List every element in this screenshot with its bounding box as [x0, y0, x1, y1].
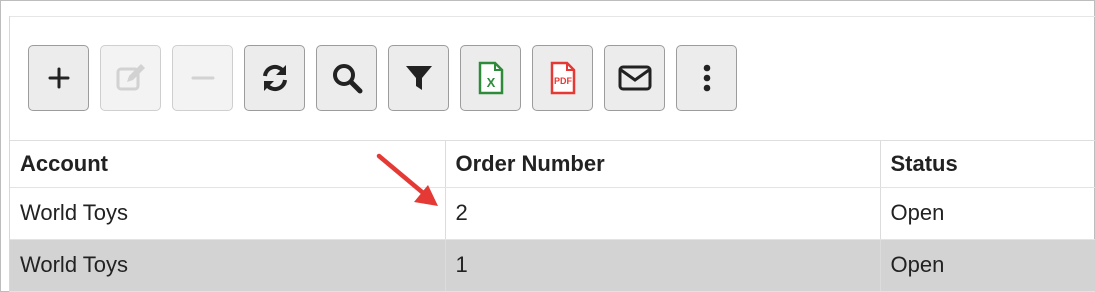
- refresh-icon: [262, 64, 287, 92]
- header-row: Account Order Number Status: [10, 141, 1095, 188]
- orders-grid: Account Order Number Status World Toys 2…: [10, 141, 1095, 292]
- envelope-icon: [618, 65, 651, 91]
- edit-button[interactable]: [100, 45, 161, 111]
- order-number-cell: 2: [445, 187, 881, 240]
- account-cell: World Toys: [10, 239, 446, 292]
- edit-icon: [116, 64, 145, 91]
- order-number-cell: 1: [445, 239, 881, 292]
- plus-icon: [48, 67, 69, 89]
- refresh-button[interactable]: [244, 45, 305, 111]
- export-pdf-button[interactable]: PDF: [532, 45, 593, 111]
- panel-top-border: [9, 16, 1095, 17]
- export-excel-button[interactable]: X: [460, 45, 521, 111]
- email-button[interactable]: [604, 45, 665, 111]
- status-cell: Open: [880, 187, 1095, 240]
- column-header-status[interactable]: Status: [880, 141, 1095, 188]
- table-row[interactable]: World Toys 1 Open: [10, 239, 1095, 292]
- search-button[interactable]: [316, 45, 377, 111]
- vertical-dots-icon: [703, 64, 710, 92]
- minus-icon: [191, 76, 214, 80]
- status-cell: Open: [880, 239, 1095, 292]
- annotation-arrow-icon: [376, 153, 438, 206]
- excel-file-letter: X: [486, 75, 495, 90]
- pdf-file-label: PDF: [554, 76, 573, 86]
- toolbar: X PDF: [28, 45, 737, 113]
- excel-file-icon: X: [478, 61, 503, 95]
- add-button[interactable]: [28, 45, 89, 111]
- table-row[interactable]: World Toys 2 Open: [10, 187, 1095, 240]
- filter-icon: [405, 66, 432, 90]
- column-header-order-number[interactable]: Order Number: [445, 141, 881, 188]
- filter-button[interactable]: [388, 45, 449, 111]
- search-icon: [332, 64, 362, 94]
- pdf-file-icon: PDF: [550, 61, 575, 95]
- more-button[interactable]: [676, 45, 737, 111]
- delete-button[interactable]: [172, 45, 233, 111]
